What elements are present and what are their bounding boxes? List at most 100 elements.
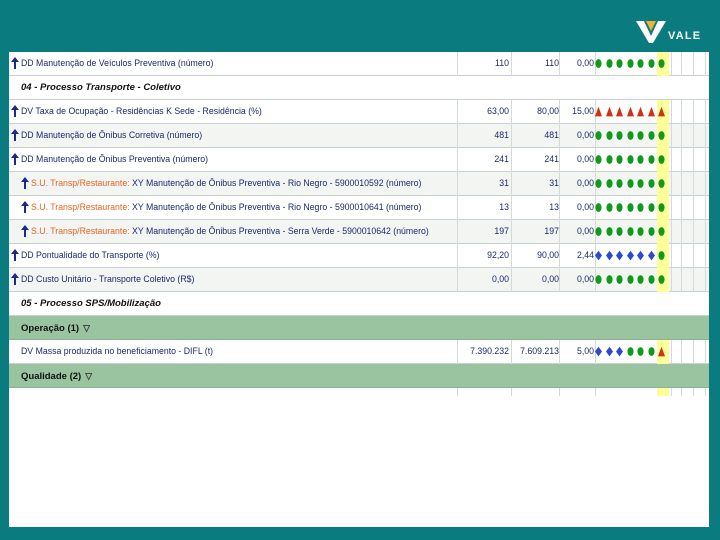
group-title: Operação (1) ▽ [21,316,90,340]
column-divider [681,124,682,148]
status-ok-icon [595,179,602,188]
status-ok-icon [658,227,665,236]
indicator-text: DV Taxa de Ocupação - Residências K Sede… [21,106,262,117]
filter-icon[interactable]: ▽ [83,316,90,340]
status-ok-icon [647,131,655,140]
status-alert-icon [616,106,623,117]
column-divider [693,148,694,172]
trend-up-arrow-icon[interactable] [21,201,29,213]
trend-up-arrow-icon[interactable] [11,57,19,69]
column-divider [693,124,694,148]
column-divider [511,340,512,364]
column-divider [511,148,512,172]
table-row: DD Manutenção de Veículos Preventiva (nú… [9,52,709,76]
indicator-label[interactable]: S.U. Transp/Restaurante: XY Manutenção d… [31,196,421,220]
indicator-text: DD Custo Unitário - Transporte Coletivo … [21,274,195,285]
column-divider [511,52,512,76]
status-ok-icon [626,275,634,284]
actual-value: 31 [499,178,509,189]
status-ok-icon [637,179,644,188]
column-divider [693,244,694,268]
status-ok-icon [605,203,613,212]
indicator-label[interactable]: DD Custo Unitário - Transporte Coletivo … [21,268,194,292]
status-icons [595,58,671,70]
indicator-text: DD Pontualidade do Transporte (%) [21,250,160,261]
trend-up-arrow-icon[interactable] [11,249,19,261]
deviation-value: 0,00 [576,178,594,189]
column-divider [511,172,512,196]
column-divider [705,244,706,268]
trend-up-arrow-icon[interactable] [11,273,19,285]
column-divider [671,268,672,292]
indicator-label[interactable]: DV Taxa de Ocupação - Residências K Sede… [21,100,262,124]
column-divider [457,340,458,364]
status-ok-icon [647,203,655,212]
indicator-label[interactable]: DD Manutenção de Veículos Preventiva (nú… [21,52,213,76]
status-icons [595,154,671,166]
deviation-value: 0,00 [576,226,594,237]
group-row[interactable]: Qualidade (2) ▽ [9,364,709,388]
status-icons [595,178,671,190]
column-divider [681,268,682,292]
status-ok-icon [626,179,634,188]
column-divider [693,220,694,244]
trend-up-arrow-icon[interactable] [21,177,29,189]
trend-up-arrow-icon[interactable] [11,153,19,165]
status-ok-icon [637,203,644,212]
column-divider [681,340,682,364]
indicator-label[interactable]: DD Manutenção de Ônibus Corretiva (númer… [21,124,202,148]
column-divider [457,148,458,172]
indicator-label[interactable]: DD Pontualidade do Transporte (%) [21,244,159,268]
status-ok-icon [595,155,602,164]
indicator-text: DV Massa produzida no beneficiamento - D… [21,346,214,357]
column-divider [681,52,682,76]
indicator-label[interactable]: DD Manutenção de Ônibus Preventiva (núme… [21,148,208,172]
indicator-prefix: S.U. Transp/Restaurante: [31,178,130,189]
column-divider [705,52,706,76]
status-ok-icon [658,155,665,164]
column-divider [457,196,458,220]
column-divider [705,148,706,172]
status-ok-icon [605,131,613,140]
status-info-icon [605,346,613,357]
indicator-label[interactable]: S.U. Transp/Restaurante: XY Manutenção d… [31,220,429,244]
status-ok-icon [605,155,613,164]
status-alert-icon [637,106,644,117]
deviation-value: 0,00 [576,202,594,213]
actual-value: 197 [494,226,509,237]
deviation-value: 15,00 [572,106,594,117]
filter-icon[interactable]: ▽ [85,364,92,388]
deviation-value: 0,00 [576,274,594,285]
status-ok-icon [626,347,634,356]
status-ok-icon [637,347,644,356]
actual-value: 63,00 [487,106,509,117]
group-title: Qualidade (2) ▽ [21,364,92,388]
column-divider [511,244,512,268]
column-divider [681,148,682,172]
table-row: DV Taxa de Ocupação - Residências K Sede… [9,100,709,124]
status-ok-icon [595,131,602,140]
status-ok-icon [626,203,634,212]
column-divider [693,172,694,196]
indicator-label[interactable]: S.U. Transp/Restaurante: XY Manutenção d… [31,172,421,196]
status-ok-icon [616,275,623,284]
column-divider [705,124,706,148]
status-info-icon [626,250,634,261]
trend-up-arrow-icon[interactable] [11,105,19,117]
status-ok-icon [595,59,602,68]
indicator-text: DD Manutenção de Ônibus Preventiva (núme… [21,154,209,165]
group-row[interactable]: Operação (1) ▽ [9,316,709,340]
column-divider [457,124,458,148]
trend-up-arrow-icon[interactable] [21,225,29,237]
status-ok-icon [595,203,602,212]
indicator-label[interactable]: DV Massa produzida no beneficiamento - D… [21,340,213,364]
status-ok-icon [637,131,644,140]
status-ok-icon [658,131,665,140]
column-divider [457,388,458,396]
status-info-icon [616,346,623,357]
status-ok-icon [605,275,613,284]
trend-up-arrow-icon[interactable] [11,129,19,141]
indicator-text: 04 - Processo Transporte - Coletivo [21,82,181,93]
indicator-text: DD Manutenção de Veículos Preventiva (nú… [21,58,214,69]
indicator-text: XY Manutenção de Ônibus Preventiva - Rio… [129,178,422,189]
